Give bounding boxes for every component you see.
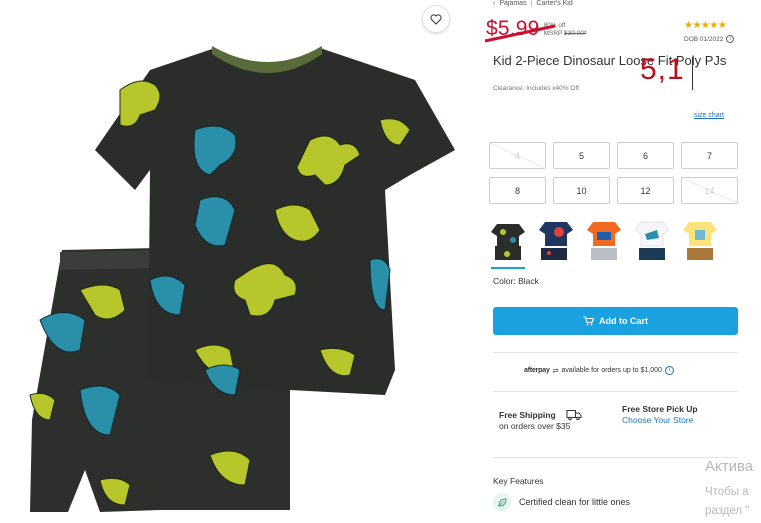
star-rating[interactable]: ★★★★★ [684, 20, 727, 31]
swatch-black-dino[interactable] [489, 218, 527, 269]
color-swatches [489, 218, 719, 269]
divider [493, 391, 738, 392]
afterpay-info: afterpay ⇄ available for orders up to $1… [524, 366, 674, 375]
overlay-annotation: 5,1 [640, 53, 685, 86]
pajama-illustration [29, 46, 455, 512]
activation-watermark-title: Актива [705, 458, 754, 475]
msrp-line: MSRP $30.00* [544, 30, 587, 38]
favorite-button[interactable] [422, 5, 450, 33]
afterpay-logo: afterpay [524, 367, 550, 374]
choose-store-link[interactable]: Choose Your Store [622, 415, 698, 426]
clearance-note: Clearance: Includes x40% Off [493, 85, 579, 92]
size-option-6[interactable]: 6 [617, 142, 674, 169]
size-chart-link[interactable]: size chart [694, 112, 724, 119]
divider [493, 352, 738, 353]
swatch-yellow-dino-icon [683, 222, 717, 260]
size-option-10[interactable]: 10 [553, 177, 610, 204]
certified-leaf-icon [493, 493, 511, 511]
product-image[interactable] [0, 0, 470, 523]
msrp-value: $30.00* [564, 30, 587, 37]
dob-text: DOB 01/2022 [684, 35, 724, 43]
price-block: $5.99 80% off MSRP $30.00* [484, 17, 587, 43]
text-cursor [692, 57, 693, 90]
afterpay-loop-icon: ⇄ [552, 367, 559, 375]
afterpay-info-icon[interactable]: i [664, 366, 674, 375]
afterpay-text: available for orders up to $1,000 [561, 367, 662, 374]
size-option-5[interactable]: 5 [553, 142, 610, 169]
size-option-4[interactable]: 4 [489, 142, 546, 169]
color-value: Black [518, 276, 539, 286]
swatch-navy-shark[interactable] [537, 218, 575, 266]
discount-percent: 80% off [543, 22, 566, 29]
size-option-8[interactable]: 8 [489, 177, 546, 204]
swatch-navy-shark-icon [539, 222, 573, 260]
discount-info: 80% off MSRP $30.00* [544, 22, 587, 38]
key-features-heading: Key Features [493, 476, 544, 486]
feature-item: Certified clean for little ones [493, 493, 630, 511]
swatch-white-dino[interactable] [633, 218, 671, 266]
info-icon[interactable]: i [726, 35, 735, 43]
dob-info: DOB 01/2022 i [684, 35, 735, 43]
swatch-yellow-dino[interactable] [681, 218, 719, 266]
color-selected: Color: Black [493, 276, 539, 286]
feature-text: Certified clean for little ones [519, 497, 631, 507]
breadcrumb-item-pajamas[interactable]: Pajamas [499, 0, 526, 7]
current-price: $5.99 [484, 17, 556, 43]
free-shipping-info: Free Shipping on orders over $35 [499, 410, 570, 432]
size-option-7[interactable]: 7 [681, 142, 738, 169]
swatch-black-dino-icon [491, 224, 525, 260]
size-selector: 4 5 6 7 8 10 12 14 [489, 142, 739, 204]
free-shipping-detail: on orders over $35 [499, 421, 571, 431]
add-to-cart-button[interactable]: Add to Cart [493, 307, 738, 335]
activation-watermark-body: Чтобы а раздел " [705, 483, 749, 521]
truck-icon [566, 410, 582, 421]
free-shipping-title: Free Shipping [499, 410, 556, 420]
product-title: Kid 2-Piece Dinosaur Loose Fit Poly PJs [493, 53, 727, 68]
cart-icon [583, 316, 594, 326]
color-label: Color: [493, 276, 516, 286]
size-option-14[interactable]: 14 [681, 177, 738, 204]
swatch-white-dino-icon [634, 221, 670, 260]
activation-watermark-line: Чтобы а [705, 486, 749, 498]
store-pickup-info: Free Store Pick Up Choose Your Store [622, 404, 698, 426]
breadcrumb-item-carters-kid[interactable]: Carter's Kid [536, 0, 572, 7]
swatch-orange-truck-icon [587, 222, 621, 260]
activation-watermark-line: раздел " [705, 505, 750, 517]
swatch-orange-truck[interactable] [585, 218, 623, 266]
current-price-text: $5.99 [486, 17, 540, 40]
breadcrumb: ‹ Pajamas | Carter's Kid [493, 0, 573, 7]
size-option-12[interactable]: 12 [617, 177, 674, 204]
breadcrumb-back-icon[interactable]: ‹ [493, 0, 495, 7]
divider [493, 457, 738, 458]
add-to-cart-label: Add to Cart [599, 316, 648, 326]
msrp-label: MSRP [543, 30, 563, 37]
breadcrumb-separator: | [530, 0, 533, 7]
heart-icon [430, 13, 442, 25]
store-pickup-title: Free Store Pick Up [622, 404, 698, 414]
